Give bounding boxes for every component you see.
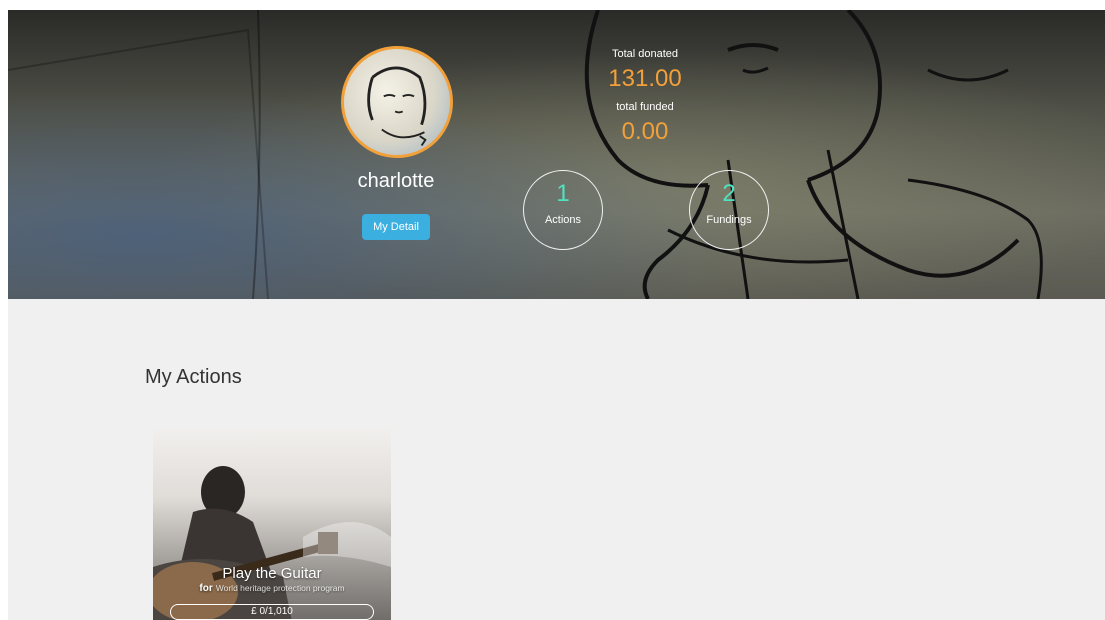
username: charlotte bbox=[357, 170, 435, 192]
funding-progress-text: £ 0/1,010 bbox=[251, 606, 293, 617]
action-subtitle: for World heritage protection program bbox=[153, 583, 391, 594]
actions-count-circle[interactable]: 1 Actions bbox=[523, 170, 603, 250]
banner-sketch-illustration bbox=[8, 10, 1043, 299]
actions-label: Actions bbox=[544, 214, 582, 226]
fundings-label: Fundings bbox=[706, 214, 752, 226]
for-label: for bbox=[199, 583, 213, 594]
action-card[interactable]: Play the Guitar for World heritage protec… bbox=[153, 427, 391, 620]
fundings-count: 2 bbox=[722, 180, 736, 207]
avatar-sketch-icon bbox=[367, 66, 427, 147]
action-organization: World heritage protection program bbox=[215, 583, 345, 593]
avatar[interactable] bbox=[341, 46, 453, 158]
my-actions-heading: My Actions bbox=[145, 366, 242, 388]
page: charlotte My Detail Total donated 131.00… bbox=[8, 10, 1105, 620]
funding-progress-bar: £ 0/1,010 bbox=[170, 604, 374, 620]
total-donated-label: Total donated bbox=[611, 48, 679, 60]
actions-count: 1 bbox=[556, 180, 570, 207]
total-funded-value: 0.00 bbox=[621, 118, 669, 145]
my-detail-button[interactable]: My Detail bbox=[362, 214, 430, 240]
action-title: Play the Guitar bbox=[222, 565, 322, 582]
total-donated-value: 131.00 bbox=[608, 65, 682, 92]
profile-banner: charlotte My Detail Total donated 131.00… bbox=[8, 10, 1105, 299]
total-funded-label: total funded bbox=[616, 101, 674, 113]
fundings-count-circle[interactable]: 2 Fundings bbox=[689, 170, 769, 250]
